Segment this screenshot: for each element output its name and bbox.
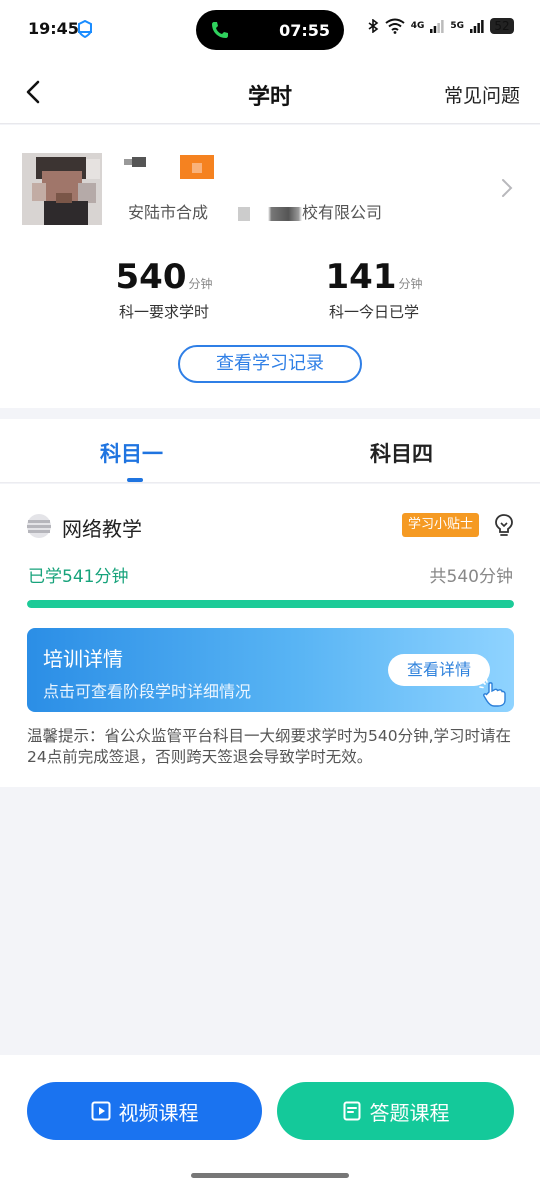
study-progress-bar [27,600,514,608]
required-hours-unit: 分钟 [188,277,213,291]
signal-icon-2 [470,20,484,33]
company-name: 安陆市合成 校有限公司 [128,199,382,223]
signal-icon-1 [430,20,444,33]
network-type-1: 4G [410,21,425,31]
view-study-record-button[interactable]: 查看学习记录 [178,345,362,383]
home-indicator[interactable] [191,1173,349,1178]
bottom-action-bar: 视频课程 答题课程 [0,1055,540,1188]
today-studied-label: 科一今日已学 [328,303,419,321]
today-studied-stat: 141 分钟 科一今日已学 [314,257,434,322]
course-title: 网络教学 [62,517,142,541]
required-hours-value: 540 [115,257,187,297]
notice-text: 温馨提示：省公众监管平台科目一大纲要求学时为540分钟,学习时请在24点前完成签… [27,727,512,766]
profile-card[interactable]: 安陆市合成 校有限公司 540 分钟 科一要求学时 141 分钟 科一今日已学 查看学… [0,125,540,408]
subject-tabs: 科目一 科目四 [0,419,540,483]
video-course-label: 视频课程 [118,1100,199,1125]
today-studied-value: 141 [325,257,397,297]
status-icons: 4G 5G 52 [367,18,514,34]
document-icon [343,1101,360,1121]
today-studied-unit: 分钟 [398,277,423,291]
required-hours-label: 科一要求学时 [118,303,209,321]
user-name-masked [124,155,224,185]
network-type-2: 5G [450,21,464,31]
active-tab-indicator [127,478,143,482]
status-time: 19:45 [28,19,79,38]
battery-icon: 52 [490,18,514,34]
study-progress-fill [27,600,514,608]
wifi-icon [385,18,405,34]
study-tips-badge[interactable]: 学习小贴士 [402,513,480,537]
required-hours-stat: 540 分钟 科一要求学时 [104,257,224,322]
banner-subtitle: 点击可查看阶段学时详细情况 [43,682,252,701]
company-prefix: 安陆市合成 [128,203,209,222]
quiz-course-label: 答题课程 [369,1100,450,1125]
chevron-right-icon[interactable] [498,177,516,199]
video-course-button[interactable]: 视频课程 [27,1082,262,1140]
quiz-course-button[interactable]: 答题课程 [277,1082,514,1140]
course-section: 网络教学 学习小贴士 已学541分钟 共540分钟 培训详情 点击可查看阶段学时… [0,484,540,787]
faq-link[interactable]: 常见问题 [444,81,520,108]
ongoing-call-pill[interactable]: 07:55 [196,10,344,50]
view-details-button[interactable]: 查看详情 [388,654,490,686]
status-bar: 19:45 07:55 4G 5G 52 [0,0,540,60]
avatar [22,153,102,225]
nav-bar: 学时 常见问题 [0,60,540,124]
call-duration: 07:55 [279,21,330,40]
tap-hand-icon [479,678,506,707]
training-details-banner[interactable]: 培训详情 点击可查看阶段学时详细情况 查看详情 [27,628,514,712]
online-teaching-icon [27,514,51,538]
banner-title: 培训详情 [43,647,123,671]
play-icon [91,1101,110,1121]
company-suffix: 校有限公司 [302,203,383,222]
studied-minutes: 已学541分钟 [28,567,129,587]
phone-icon [212,22,228,38]
app-notification-icon [78,20,92,38]
total-minutes: 共540分钟 [429,567,513,587]
lightbulb-icon[interactable] [492,512,516,538]
bluetooth-icon [368,19,379,33]
tab-subject-one[interactable]: 科目一 [100,438,163,468]
tab-subject-four[interactable]: 科目四 [370,438,433,468]
